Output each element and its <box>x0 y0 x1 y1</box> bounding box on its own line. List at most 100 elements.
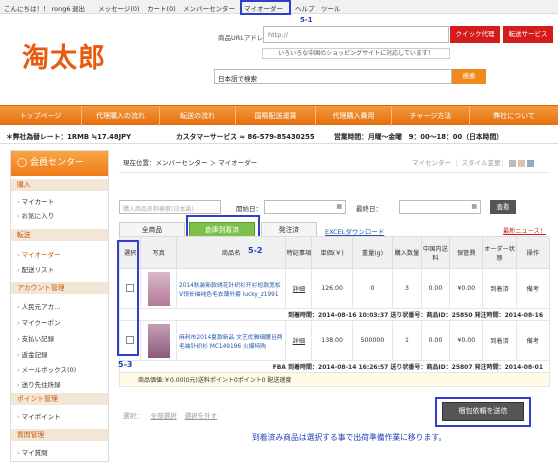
highlight-my-order <box>240 0 291 15</box>
annotation-5-2: 5-2 <box>248 246 263 255</box>
sidebar-item-rmb-account[interactable]: 人民元アカ… <box>17 301 61 311</box>
sidebar-item-delivery-list[interactable]: 配送リスト <box>17 264 55 274</box>
col-name: 商品名 <box>175 236 287 269</box>
tools-link[interactable]: ツール <box>321 3 341 13</box>
style-swatch-gray[interactable] <box>509 159 517 167</box>
col-qty: 購入数量 <box>392 236 422 269</box>
start-date-input[interactable]: ▦ <box>264 200 346 214</box>
end-date-label: 最終日： <box>356 205 382 213</box>
sidebar-section-account: アカウント管理 <box>11 282 108 294</box>
table-row-detail: 到着時間：2014-08-16 10:03:37 送り状番号：商品ID：2585… <box>119 308 550 321</box>
product-thumbnail[interactable] <box>147 323 170 358</box>
summary-text: 商品価値:￥0.00(0元)送料ポイント0ポイント0 配送速度 <box>119 372 550 387</box>
divider <box>119 172 550 173</box>
sidebar-section-forward: 転送 <box>11 229 108 241</box>
table-row: 麻利市2014夏款新品 文艺优雅细腰且两毛袖针织衫 MC149196 火爆特购 … <box>118 320 551 361</box>
sidebar-item-mailbox[interactable]: メールボックス(0) <box>17 364 77 374</box>
price-cell: 138.00 <box>311 320 353 361</box>
table-row: 2014秋装新款绣花针织衫开衫短款宽松V领长袖纯色毛衣薄外套 lucky_z19… <box>118 268 551 309</box>
product-name-link[interactable]: 2014秋装新款绣花针织衫开衫短款宽松V领长袖纯色毛衣薄外套 lucky_z19… <box>175 268 287 309</box>
memo-link[interactable]: 備考 <box>515 320 551 361</box>
style-swatch-blue[interactable] <box>527 159 535 167</box>
url-label: 商品URLアドレ <box>218 34 264 42</box>
memo-link[interactable]: 備考 <box>515 268 551 309</box>
select-actions: 選択： 全部選択 選択を外す <box>123 412 218 420</box>
arrival-detail: 到着時間：2014-08-16 10:03:37 送り状番号：商品ID：2585… <box>119 308 550 321</box>
breadcrumb: 現在位置：メンバーセンター ＞ マイオーダー <box>123 159 258 167</box>
sidebar-section-questions: 質問管理 <box>11 429 108 441</box>
arrival-detail: FBA 到着時間：2014-08-14 16:26:57 送り状番号：商品ID：… <box>119 360 550 373</box>
weight-cell: 500000 <box>351 320 394 361</box>
sidebar-section-points: ポイント管理 <box>11 393 108 405</box>
query-button[interactable]: 査看 <box>490 200 516 214</box>
sidebar-item-my-points[interactable]: マイポイント <box>17 411 61 421</box>
qty-cell: 1 <box>392 320 422 361</box>
product-name-link[interactable]: 麻利市2014夏款新品 文艺优雅细腰且两毛袖针织衫 MC149196 火爆特购 <box>175 320 287 361</box>
nav-shipping-rates[interactable]: 国際配送運賃 <box>236 106 316 126</box>
table-row-detail: FBA 到着時間：2014-08-14 16:26:57 送り状番号：商品ID：… <box>119 360 550 373</box>
calendar-icon[interactable]: ▦ <box>471 203 477 210</box>
sidebar-item-my-questions[interactable]: マイ質問 <box>17 447 48 457</box>
sidebar-item-payment-log[interactable]: 支払い記録 <box>17 333 55 343</box>
col-status: オーダー状態 <box>482 236 517 269</box>
info-bar: ＊弊社為替レート：1RMB ≒17.48JPY カスタマーサービス ≈ 86-5… <box>0 126 558 144</box>
style-swatch-beige[interactable] <box>518 159 526 167</box>
note-detail-link[interactable]: 詳細 <box>285 268 313 309</box>
nav-purchase-fees[interactable]: 代理購入費用 <box>316 106 392 126</box>
end-date-input[interactable]: ▦ <box>399 200 481 214</box>
sidebar-title: ◯ 会員センター <box>11 151 108 176</box>
filter-row: 購入商品名称検索(日本語) 開始日： ▦ 最終日： ▦ 査看 <box>119 200 550 216</box>
sidebar-item-coupon[interactable]: マイクーポン <box>17 317 61 327</box>
annotation-5-1: 5-1 <box>300 16 313 24</box>
sidebar-item-address-book[interactable]: 送り先住所録 <box>17 379 61 389</box>
business-hours: 営業時間：月曜～金曜 9：00～18：00（日本時間） <box>334 133 504 141</box>
calendar-icon[interactable]: ▦ <box>336 203 342 210</box>
style-switcher: マイセンター ｜ スタイル変更： <box>412 157 535 167</box>
site-logo[interactable]: 淘太郎 <box>22 36 106 75</box>
note-detail-link[interactable]: 詳細 <box>285 320 313 361</box>
select-all-link[interactable]: 全部選択 <box>151 412 177 420</box>
sidebar-item-cart[interactable]: マイカート <box>17 196 55 206</box>
col-note: 特記事項 <box>285 236 313 269</box>
start-date-label: 開始日： <box>236 205 262 213</box>
storage-cell: ¥0.00 <box>449 320 484 361</box>
nav-top[interactable]: トップページ <box>0 106 82 126</box>
messages-link[interactable]: メッセージ(0) <box>98 3 140 13</box>
nav-forward-flow[interactable]: 転送の流れ <box>160 106 236 126</box>
help-link[interactable]: ヘルプ <box>295 3 315 13</box>
product-search-input[interactable]: 購入商品名称検索(日本語) <box>119 200 221 214</box>
nav-charge-method[interactable]: チャージ方法 <box>392 106 470 126</box>
url-input[interactable]: http:// <box>263 26 449 43</box>
annotation-5-3: 5-3 <box>118 360 133 369</box>
product-thumbnail[interactable] <box>147 271 170 306</box>
greeting-text: こんにちは！！ rong6 <box>4 5 71 13</box>
deselect-link[interactable]: 選択を外す <box>185 412 218 420</box>
sidebar-item-favorites[interactable]: お気に入り <box>17 210 55 220</box>
col-storage: 保管費 <box>449 236 484 269</box>
nav-purchase-flow[interactable]: 代理購入の流れ <box>82 106 160 126</box>
nav-about[interactable]: 弊社について <box>470 106 558 126</box>
customer-service: カスタマーサービス ≈ 86-579-85430255 <box>176 133 315 141</box>
search-button[interactable]: 検索 <box>452 69 486 84</box>
logout-link[interactable]: 退出 <box>72 3 85 13</box>
quick-proxy-button[interactable]: クイック代理 <box>450 26 500 43</box>
sidebar-section-purchase: 購入 <box>11 179 108 191</box>
excel-download-link[interactable]: EXCELダウンロード <box>325 226 384 236</box>
status-cell: 到着済 <box>482 268 517 309</box>
summary-row: 商品価値:￥0.00(0元)送料ポイント0ポイント0 配送速度 <box>119 372 550 387</box>
col-weight: 重量(g) <box>351 236 394 269</box>
latest-news-link[interactable]: 最新ニュース！ <box>503 226 546 235</box>
highlight-select-column <box>117 240 139 356</box>
search-input[interactable]: 日本語で検索 <box>214 69 452 84</box>
sidebar-item-my-order[interactable]: マイオーダー <box>17 249 61 259</box>
col-operation: 操作 <box>515 236 551 269</box>
col-shipping: 中国内送料 <box>420 236 451 269</box>
storage-cell: ¥0.00 <box>449 268 484 309</box>
member-center-link[interactable]: メンバーセンター <box>183 3 235 13</box>
price-cell: 126.00 <box>311 268 353 309</box>
forwarding-service-button[interactable]: 転送サービス <box>503 26 553 43</box>
send-packing-request-button[interactable]: 梱包依頼を送信 <box>442 402 524 421</box>
main-nav: トップページ 代理購入の流れ 転送の流れ 国際配送運賃 代理購入費用 チャージ方… <box>0 105 558 126</box>
cart-link[interactable]: カート(0) <box>147 3 176 13</box>
sidebar-item-refund-log[interactable]: 返金記録 <box>17 349 48 359</box>
